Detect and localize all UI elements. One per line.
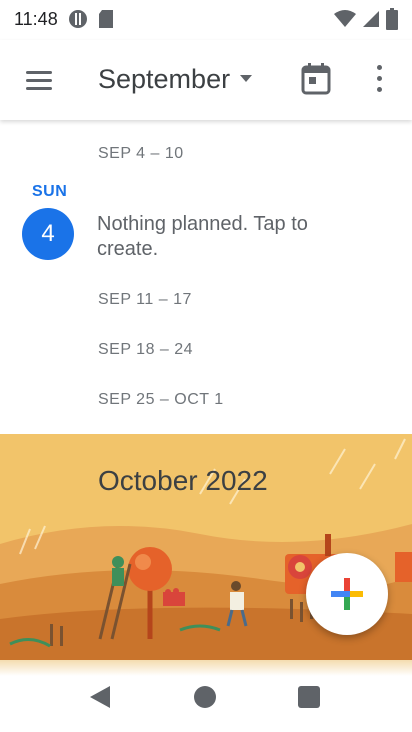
banner-month-title: October 2022 — [98, 465, 268, 496]
app-bar: September — [0, 40, 412, 120]
day-number-today[interactable]: 4 — [22, 208, 74, 260]
week-range-sep-4[interactable]: SEP 4 – 10 — [98, 145, 184, 163]
create-event-button[interactable] — [306, 553, 388, 635]
month-selector[interactable]: September — [98, 58, 253, 100]
sd-card-icon — [98, 10, 113, 28]
month-label: September — [98, 63, 231, 94]
podcast-icon — [68, 10, 87, 28]
signal-icon — [363, 11, 379, 27]
status-bar: 11:48 — [0, 0, 412, 38]
week-range-sep-25[interactable]: SEP 25 – OCT 1 — [98, 391, 224, 409]
system-navigation-bar — [0, 660, 412, 732]
menu-button[interactable] — [26, 62, 66, 98]
recent-apps-icon[interactable] — [298, 686, 320, 708]
nothing-planned-text[interactable]: Nothing planned. Tap to create. — [97, 212, 347, 262]
hamburger-icon — [26, 70, 52, 74]
vertical-dots-icon — [376, 64, 382, 70]
calendar-today-icon — [301, 63, 331, 95]
wifi-icon — [334, 10, 356, 27]
home-icon[interactable] — [194, 686, 216, 708]
status-time: 11:48 — [14, 8, 58, 29]
today-button[interactable] — [300, 62, 332, 96]
more-options-button[interactable] — [368, 60, 390, 96]
triangle-down-icon — [240, 75, 253, 82]
plus-icon — [331, 578, 363, 610]
battery-icon — [386, 8, 398, 30]
week-range-sep-18[interactable]: SEP 18 – 24 — [98, 341, 193, 359]
day-label: SUN — [32, 183, 68, 200]
week-range-sep-11[interactable]: SEP 11 – 17 — [98, 291, 192, 309]
back-icon[interactable] — [88, 684, 112, 710]
